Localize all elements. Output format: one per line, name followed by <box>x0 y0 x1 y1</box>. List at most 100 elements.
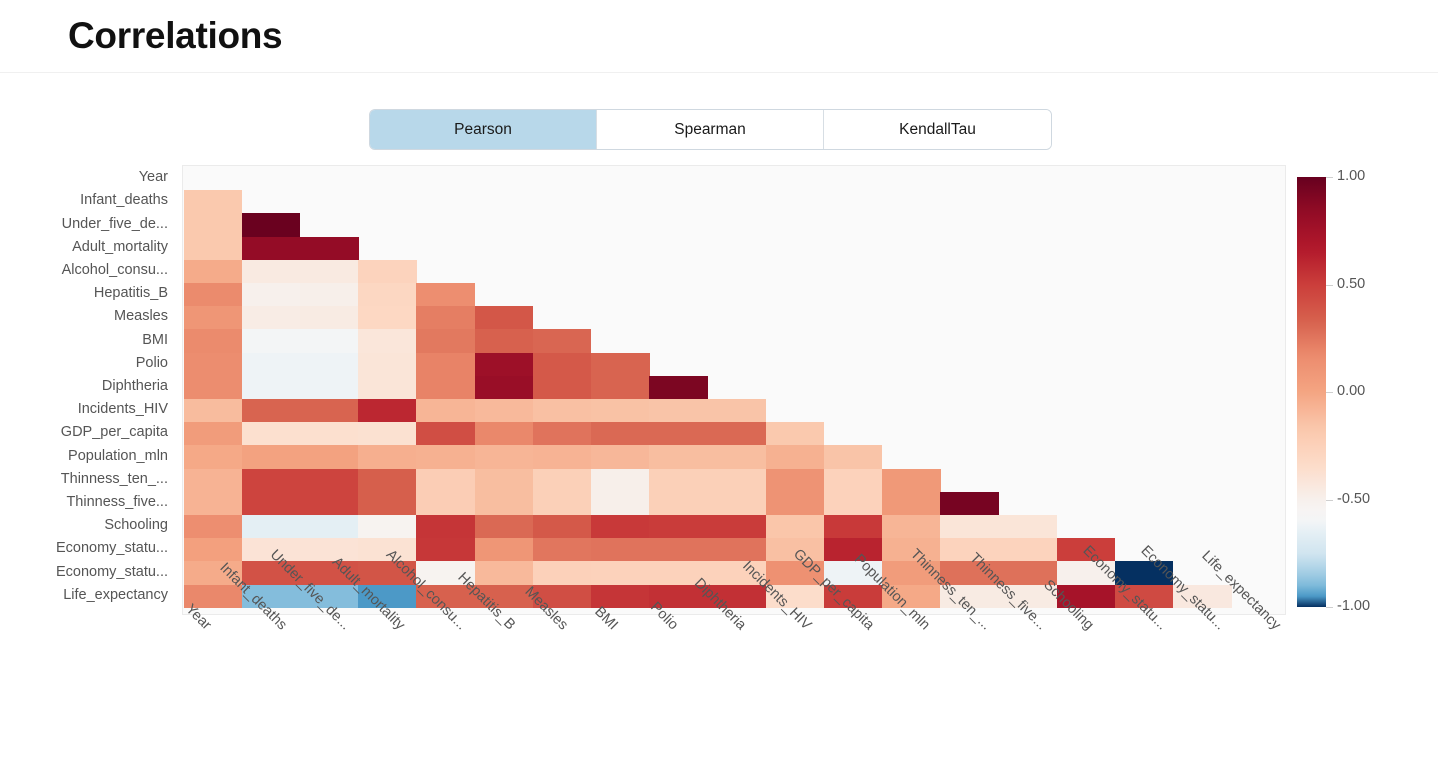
heatmap-cell[interactable] <box>358 259 417 284</box>
heatmap-cell[interactable] <box>299 329 359 354</box>
heatmap-cell[interactable] <box>474 491 534 516</box>
heatmap-cell[interactable] <box>474 352 534 377</box>
heatmap-cell[interactable] <box>183 306 243 330</box>
heatmap-cell[interactable] <box>183 491 243 516</box>
tab-pearson[interactable]: Pearson <box>370 110 597 149</box>
heatmap-cell[interactable] <box>183 399 243 423</box>
heatmap-cell[interactable] <box>532 561 592 586</box>
heatmap-cell[interactable] <box>707 515 767 539</box>
heatmap-cell[interactable] <box>881 515 941 539</box>
heatmap-cell[interactable] <box>183 445 243 470</box>
heatmap-cell[interactable] <box>532 422 592 446</box>
heatmap-cell[interactable] <box>358 491 417 516</box>
heatmap-cell[interactable] <box>590 375 650 400</box>
heatmap-cell[interactable] <box>183 468 243 493</box>
heatmap-cell[interactable] <box>474 515 534 539</box>
heatmap-cell[interactable] <box>299 422 359 446</box>
heatmap-cell[interactable] <box>416 329 476 354</box>
heatmap-cell[interactable] <box>474 445 534 470</box>
heatmap-cell[interactable] <box>707 399 767 423</box>
heatmap-cell[interactable] <box>358 306 417 330</box>
heatmap-cell[interactable] <box>299 236 359 261</box>
heatmap-cell[interactable] <box>241 468 301 493</box>
heatmap-cell[interactable] <box>241 399 301 423</box>
heatmap-cell[interactable] <box>183 259 243 284</box>
heatmap-cell[interactable] <box>590 515 650 539</box>
heatmap-cell[interactable] <box>241 329 301 354</box>
heatmap-cell[interactable] <box>532 329 592 354</box>
heatmap-cell[interactable] <box>416 306 476 330</box>
heatmap-cell[interactable] <box>241 422 301 446</box>
heatmap-cell[interactable] <box>183 329 243 354</box>
heatmap-cell[interactable] <box>590 445 650 470</box>
heatmap-cell[interactable] <box>765 445 825 470</box>
heatmap-cell[interactable] <box>532 352 592 377</box>
heatmap-cell[interactable] <box>241 213 301 238</box>
heatmap-cell[interactable] <box>241 283 301 307</box>
heatmap-cell[interactable] <box>474 561 534 586</box>
heatmap-cell[interactable] <box>590 538 650 562</box>
heatmap-cell[interactable] <box>241 445 301 470</box>
heatmap-cell[interactable] <box>183 422 243 446</box>
heatmap-cell[interactable] <box>474 375 534 400</box>
heatmap-cell[interactable] <box>416 538 476 562</box>
heatmap-cell[interactable] <box>299 306 359 330</box>
heatmap-cell[interactable] <box>532 399 592 423</box>
heatmap-cell[interactable] <box>416 399 476 423</box>
heatmap-cell[interactable] <box>358 445 417 470</box>
heatmap-cell[interactable] <box>358 399 417 423</box>
heatmap-cell[interactable] <box>707 422 767 446</box>
heatmap-cell[interactable] <box>299 259 359 284</box>
heatmap-cell[interactable] <box>416 445 476 470</box>
heatmap-cell[interactable] <box>299 399 359 423</box>
heatmap-cell[interactable] <box>765 422 825 446</box>
heatmap-cell[interactable] <box>416 515 476 539</box>
heatmap-cell[interactable] <box>940 491 999 516</box>
heatmap-cell[interactable] <box>299 515 359 539</box>
heatmap-cell[interactable] <box>299 283 359 307</box>
heatmap-cell[interactable] <box>881 491 941 516</box>
heatmap-cell[interactable] <box>649 445 708 470</box>
heatmap-cell[interactable] <box>241 491 301 516</box>
heatmap-cell[interactable] <box>532 515 592 539</box>
heatmap-cell[interactable] <box>183 190 243 214</box>
heatmap-cell[interactable] <box>532 538 592 562</box>
heatmap-cell[interactable] <box>707 468 767 493</box>
heatmap-cell[interactable] <box>532 375 592 400</box>
heatmap-cell[interactable] <box>474 329 534 354</box>
heatmap-cell[interactable] <box>823 445 883 470</box>
heatmap-cell[interactable] <box>183 538 243 562</box>
heatmap-cell[interactable] <box>590 352 650 377</box>
heatmap-cell[interactable] <box>532 468 592 493</box>
heatmap-cell[interactable] <box>649 422 708 446</box>
heatmap-cell[interactable] <box>765 468 825 493</box>
heatmap-cell[interactable] <box>823 468 883 493</box>
heatmap-cell[interactable] <box>241 259 301 284</box>
heatmap-cell[interactable] <box>241 375 301 400</box>
heatmap-cell[interactable] <box>590 491 650 516</box>
heatmap-cell[interactable] <box>590 561 650 586</box>
heatmap-cell[interactable] <box>474 306 534 330</box>
heatmap-cell[interactable] <box>241 515 301 539</box>
heatmap-cell[interactable] <box>940 515 999 539</box>
heatmap-cell[interactable] <box>474 422 534 446</box>
heatmap-cell[interactable] <box>299 352 359 377</box>
heatmap-cell[interactable] <box>241 306 301 330</box>
heatmap-cell[interactable] <box>649 491 708 516</box>
heatmap-cell[interactable] <box>998 538 1058 562</box>
heatmap-cell[interactable] <box>183 352 243 377</box>
heatmap-cell[interactable] <box>358 422 417 446</box>
heatmap-cell[interactable] <box>998 515 1058 539</box>
heatmap-cell[interactable] <box>649 538 708 562</box>
heatmap-cell[interactable] <box>649 515 708 539</box>
heatmap-cell[interactable] <box>474 468 534 493</box>
heatmap-cell[interactable] <box>299 375 359 400</box>
tab-spearman[interactable]: Spearman <box>597 110 824 149</box>
heatmap-cell[interactable] <box>358 375 417 400</box>
heatmap-cell[interactable] <box>183 283 243 307</box>
heatmap-cell[interactable] <box>474 538 534 562</box>
heatmap-cell[interactable] <box>707 538 767 562</box>
heatmap-cell[interactable] <box>532 445 592 470</box>
heatmap-cell[interactable] <box>707 445 767 470</box>
heatmap-cell[interactable] <box>183 213 243 238</box>
